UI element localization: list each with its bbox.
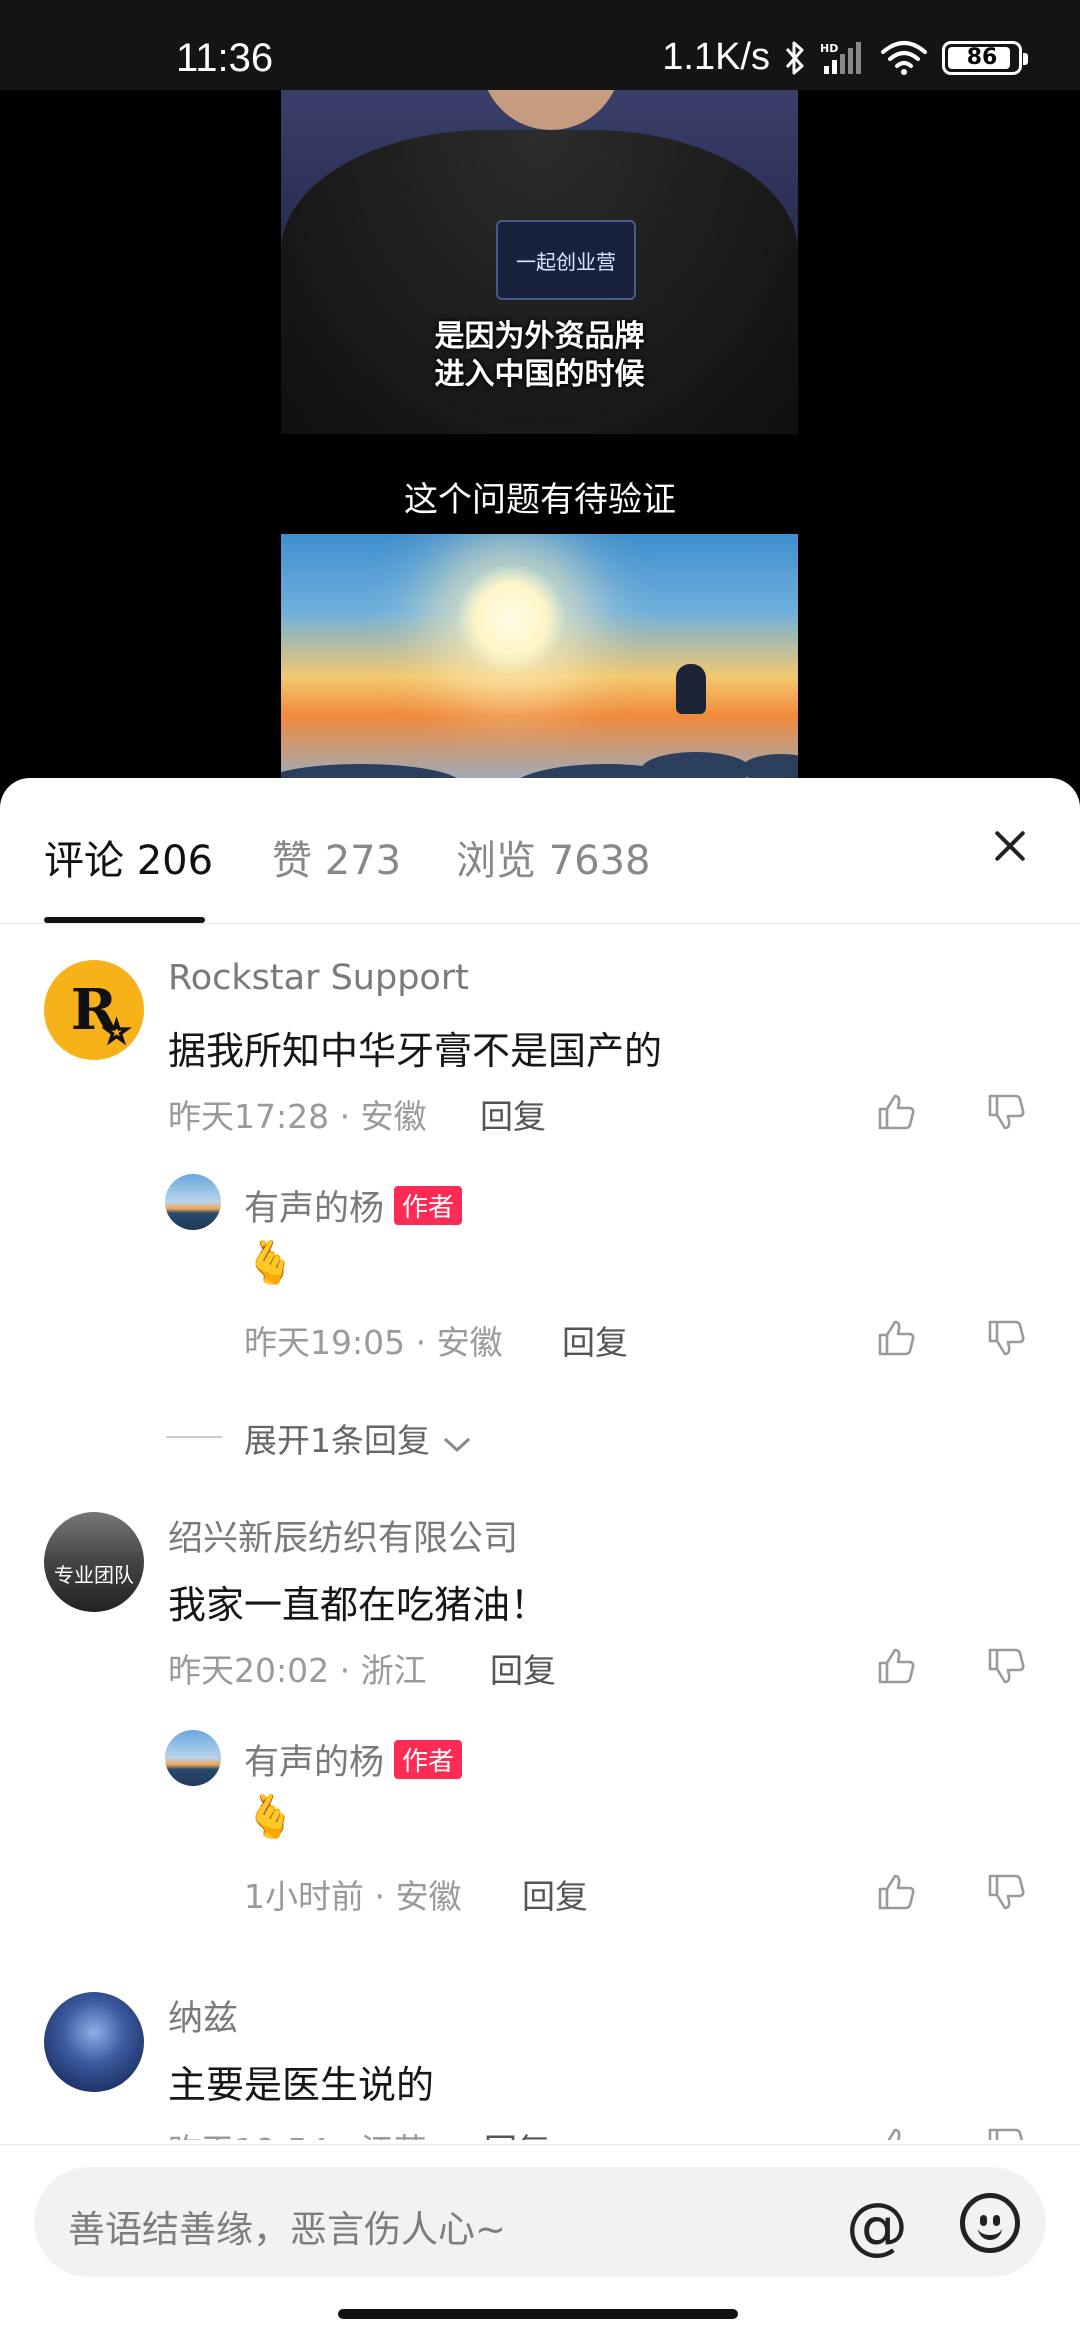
mic-label: 一起创业营: [496, 220, 636, 300]
video-player[interactable]: 一起创业营 是因为外资品牌 进入中国的时候 这个问题有待验证: [0, 90, 1080, 790]
video-frame-sunset: [281, 534, 798, 790]
comment-username[interactable]: 绍兴新辰纺织有限公司: [168, 1510, 518, 1561]
expand-replies-label: 展开1条回复: [244, 1421, 430, 1460]
author-badge: 作者: [394, 1186, 463, 1225]
reply-button[interactable]: 回复: [484, 2124, 550, 2140]
reply-username-text: 有声的杨: [244, 1189, 385, 1229]
svg-text:HD: HD: [820, 42, 838, 55]
status-bar: 11:36 1.1K/s HD 86: [0, 0, 1080, 90]
comment-time-location: 昨天20:02 · 浙江: [168, 1651, 427, 1690]
reply-time-location: 1小时前 · 安徽: [244, 1877, 462, 1916]
reply-button[interactable]: 回复: [490, 1644, 556, 1692]
video-subtitle-line2: 进入中国的时候: [434, 357, 645, 392]
dislike-icon[interactable]: [986, 1092, 1026, 1132]
chevron-down-icon: [443, 1437, 470, 1453]
reply-username-text: 有声的杨: [244, 1743, 385, 1783]
comment-sheet: 评论 206 赞 273 浏览 7638 R ☆ Rockstar Suppor…: [0, 778, 1080, 2340]
tab-comments[interactable]: 评论 206: [44, 828, 213, 886]
home-indicator[interactable]: [338, 2309, 738, 2319]
expand-divider: [166, 1436, 222, 1438]
like-icon[interactable]: [876, 1318, 916, 1358]
avatar[interactable]: [44, 1992, 144, 2092]
like-icon[interactable]: [876, 1646, 916, 1686]
avatar[interactable]: 专业团队: [44, 1512, 144, 1612]
avatar[interactable]: [165, 1730, 221, 1786]
dislike-icon[interactable]: [986, 2126, 1026, 2140]
status-icons: 1.1K/s HD 86: [662, 36, 1028, 79]
comment-time-location: 昨天19:54 · 江苏: [168, 2124, 427, 2140]
reply-text[interactable]: 🫰: [244, 1238, 296, 1288]
reply-button[interactable]: 回复: [562, 1316, 628, 1364]
reply-text[interactable]: 🫰: [244, 1792, 296, 1842]
close-button[interactable]: [988, 824, 1032, 868]
comment-list[interactable]: R ☆ Rockstar Support 据我所知中华牙膏不是国产的 昨天17:…: [0, 924, 1080, 2140]
reply-button[interactable]: 回复: [522, 1870, 588, 1918]
comment-username[interactable]: 纳兹: [168, 1990, 238, 2041]
comment-time-location: 昨天17:28 · 安徽: [168, 1097, 427, 1136]
reply-username[interactable]: 有声的杨 作者: [244, 1734, 463, 1785]
wifi-icon: [881, 40, 927, 75]
avatar[interactable]: R ☆: [44, 960, 144, 1060]
tab-views[interactable]: 浏览 7638: [456, 828, 651, 886]
video-frame-speaker: 一起创业营 是因为外资品牌 进入中国的时候: [281, 90, 798, 434]
reply-username[interactable]: 有声的杨 作者: [244, 1180, 463, 1231]
status-time: 11:36: [176, 36, 274, 80]
hd-signal-icon: HD: [820, 41, 861, 74]
battery-level: 86: [966, 45, 998, 70]
comment-input-bar: 善语结善缘，恶言伤人心~ @: [0, 2144, 1080, 2340]
active-tab-indicator: [44, 917, 205, 923]
like-icon[interactable]: [876, 2126, 916, 2140]
author-badge: 作者: [394, 1740, 463, 1779]
video-subtitle-line1: 是因为外资品牌: [434, 319, 645, 354]
reply-button[interactable]: 回复: [480, 1090, 546, 1138]
at-mention-icon[interactable]: @: [846, 2189, 908, 2262]
comment-text[interactable]: 主要是医生说的: [168, 2054, 434, 2109]
expand-replies-button[interactable]: 展开1条回复: [244, 1414, 473, 1462]
dislike-icon[interactable]: [986, 1318, 1026, 1358]
comment-input[interactable]: 善语结善缘，恶言伤人心~ @: [34, 2167, 1046, 2277]
comment-username[interactable]: Rockstar Support: [168, 958, 469, 998]
tab-likes[interactable]: 赞 273: [272, 828, 401, 886]
avatar-text: 专业团队: [54, 1563, 134, 1587]
comment-tabs: 评论 206 赞 273 浏览 7638: [0, 778, 1080, 924]
dislike-icon[interactable]: [986, 1646, 1026, 1686]
reply-time-location: 昨天19:05 · 安徽: [244, 1323, 503, 1362]
dislike-icon[interactable]: [986, 1872, 1026, 1912]
like-icon[interactable]: [876, 1092, 916, 1132]
net-speed: 1.1K/s: [662, 36, 770, 78]
emoji-icon[interactable]: [960, 2193, 1020, 2253]
battery-icon: 86: [942, 40, 1028, 75]
bluetooth-icon: [785, 41, 804, 74]
like-icon[interactable]: [876, 1872, 916, 1912]
comment-text[interactable]: 我家一直都在吃猪油！: [168, 1574, 548, 1629]
comment-input-placeholder: 善语结善缘，恶言伤人心~: [68, 2208, 507, 2251]
video-question-text: 这个问题有待验证: [404, 480, 676, 520]
comment-text[interactable]: 据我所知中华牙膏不是国产的: [168, 1020, 662, 1075]
avatar[interactable]: [165, 1174, 221, 1230]
